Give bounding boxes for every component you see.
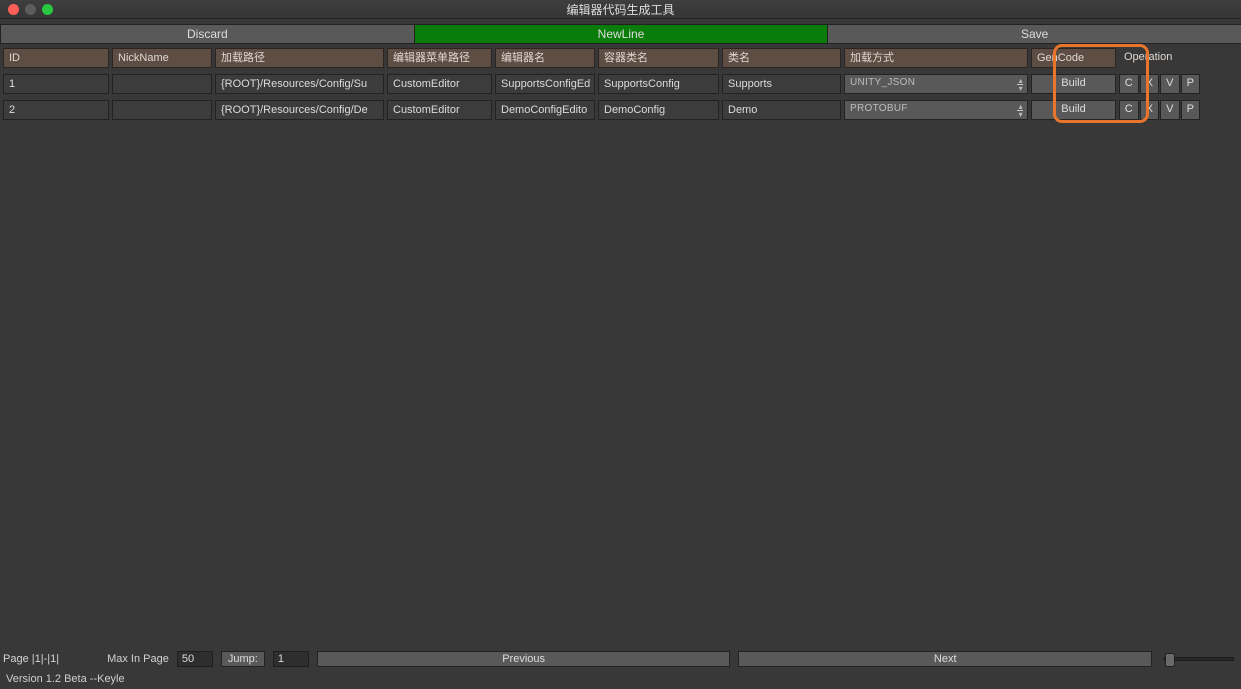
config-grid: ID NickName 加载路径 编辑器菜单路径 编辑器名 容器类名 类名 加载… [0, 44, 1241, 120]
cell-id[interactable]: 1 [3, 74, 109, 94]
cell-class-name[interactable]: Supports [722, 74, 841, 94]
operation-cell: C X V P [1119, 100, 1200, 120]
cell-editor-name[interactable]: SupportsConfigEd [495, 74, 595, 94]
op-v-button[interactable]: V [1160, 100, 1180, 120]
newline-button[interactable]: NewLine [414, 24, 829, 44]
op-c-button[interactable]: C [1119, 74, 1139, 94]
build-button[interactable]: Build [1031, 74, 1116, 94]
op-x-button[interactable]: X [1140, 100, 1160, 120]
page-indicator: Page |1|-|1| [3, 653, 59, 665]
slider-thumb-icon[interactable] [1165, 653, 1175, 667]
grid-row: 2 {ROOT}/Resources/Config/De CustomEdito… [3, 100, 1238, 120]
op-x-button[interactable]: X [1140, 74, 1160, 94]
cell-load-mode-dropdown[interactable]: PROTOBUF ▴▾ [844, 100, 1028, 120]
updown-icon: ▴▾ [1019, 103, 1023, 119]
header-load-mode: 加载方式 [844, 48, 1028, 68]
op-v-button[interactable]: V [1160, 74, 1180, 94]
save-button[interactable]: Save [827, 24, 1241, 44]
op-p-button[interactable]: P [1181, 100, 1201, 120]
grid-row: 1 {ROOT}/Resources/Config/Su CustomEdito… [3, 74, 1238, 94]
window-titlebar: 编辑器代码生成工具 [0, 0, 1241, 19]
jump-input[interactable]: 1 [273, 651, 309, 667]
cell-class-name[interactable]: Demo [722, 100, 841, 120]
empty-area [0, 126, 1241, 649]
op-c-button[interactable]: C [1119, 100, 1139, 120]
cell-container-class[interactable]: DemoConfig [598, 100, 719, 120]
cell-container-class[interactable]: SupportsConfig [598, 74, 719, 94]
cell-editor-menu[interactable]: CustomEditor [387, 100, 492, 120]
operation-cell: C X V P [1119, 74, 1200, 94]
cell-nickname[interactable] [112, 74, 212, 94]
maximize-window-icon[interactable] [42, 4, 53, 15]
cell-load-path[interactable]: {ROOT}/Resources/Config/De [215, 100, 384, 120]
header-editor-menu: 编辑器菜单路径 [387, 48, 492, 68]
minimize-window-icon[interactable] [25, 4, 36, 15]
jump-button[interactable]: Jump: [221, 651, 265, 667]
window-title: 编辑器代码生成工具 [0, 1, 1241, 18]
cell-id[interactable]: 2 [3, 100, 109, 120]
updown-icon: ▴▾ [1019, 77, 1023, 93]
top-toolbar: Discard NewLine Save [0, 24, 1241, 44]
zoom-slider[interactable] [1164, 657, 1234, 661]
header-editor-name: 编辑器名 [495, 48, 595, 68]
discard-button[interactable]: Discard [0, 24, 415, 44]
header-nickname: NickName [112, 48, 212, 68]
cell-load-mode-dropdown[interactable]: UNITY_JSON ▴▾ [844, 74, 1028, 94]
max-in-page-label: Max In Page [107, 653, 169, 665]
cell-editor-menu[interactable]: CustomEditor [387, 74, 492, 94]
header-container-class: 容器类名 [598, 48, 719, 68]
build-button[interactable]: Build [1031, 100, 1116, 120]
header-operation: Operation [1119, 48, 1200, 68]
footer-bar: Page |1|-|1| Max In Page 50 Jump: 1 Prev… [0, 649, 1241, 669]
dropdown-value: PROTOBUF [850, 103, 908, 114]
version-label: Version 1.2 Beta --Keyle [0, 669, 1241, 689]
next-button[interactable]: Next [738, 651, 1152, 667]
traffic-lights [0, 4, 53, 15]
header-gen-code: GenCode [1031, 48, 1116, 68]
max-in-page-input[interactable]: 50 [177, 651, 213, 667]
header-class-name: 类名 [722, 48, 841, 68]
close-window-icon[interactable] [8, 4, 19, 15]
cell-editor-name[interactable]: DemoConfigEdito [495, 100, 595, 120]
header-load-path: 加载路径 [215, 48, 384, 68]
dropdown-value: UNITY_JSON [850, 77, 915, 88]
grid-header-row: ID NickName 加载路径 编辑器菜单路径 编辑器名 容器类名 类名 加载… [3, 48, 1238, 68]
header-id: ID [3, 48, 109, 68]
cell-nickname[interactable] [112, 100, 212, 120]
cell-load-path[interactable]: {ROOT}/Resources/Config/Su [215, 74, 384, 94]
previous-button[interactable]: Previous [317, 651, 731, 667]
op-p-button[interactable]: P [1181, 74, 1201, 94]
